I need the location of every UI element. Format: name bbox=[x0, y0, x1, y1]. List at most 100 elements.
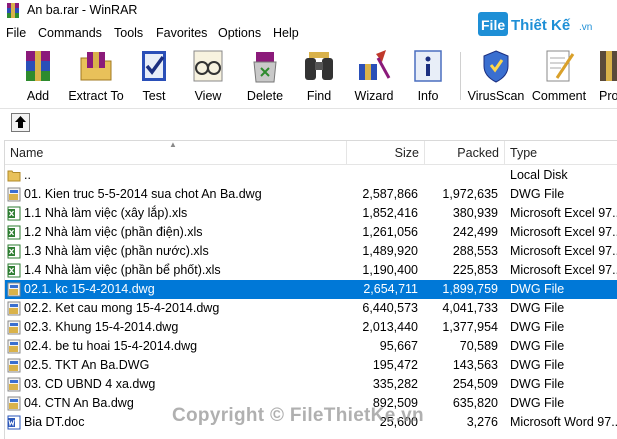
file-name: 1.3 Nhà làm việc (phần nước).xls bbox=[24, 244, 209, 258]
file-row-selected[interactable]: 02.1. kc 15-4-2014.dwg 2,654,711 1,899,759… bbox=[5, 280, 617, 299]
file-type: Microsoft Excel 97... bbox=[510, 244, 617, 258]
file-size: 1,489,920 bbox=[362, 244, 418, 258]
find-binoculars-icon bbox=[305, 52, 333, 80]
file-name: 02.4. be tu hoai 15-4-2014.dwg bbox=[24, 339, 198, 353]
file-type: DWG File bbox=[510, 187, 565, 201]
extract-folder-icon bbox=[80, 52, 112, 81]
file-row[interactable]: 1.4 Nhà làm việc (phần bể phốt).xls 1,190… bbox=[5, 261, 617, 280]
view-button[interactable]: View bbox=[187, 48, 229, 104]
file-list-header: ▲ Name Size Packed Type bbox=[5, 140, 617, 165]
add-button[interactable]: Add bbox=[12, 48, 64, 104]
up-arrow-icon bbox=[15, 116, 26, 128]
menu-file[interactable]: File bbox=[6, 26, 26, 40]
file-row[interactable]: 1.1 Nhà làm việc (xây lắp).xls 1,852,416 3… bbox=[5, 204, 617, 223]
view-label: View bbox=[194, 89, 222, 103]
info-icon bbox=[414, 50, 442, 82]
file-type: Local Disk bbox=[510, 168, 568, 182]
file-size: 2,587,866 bbox=[362, 187, 418, 201]
menu-options[interactable]: Options bbox=[218, 26, 261, 40]
file-packed-size: 4,041,733 bbox=[442, 301, 498, 315]
comment-label: Comment bbox=[531, 89, 587, 103]
info-label: Info bbox=[417, 89, 439, 103]
menu-favorites[interactable]: Favorites bbox=[156, 26, 207, 40]
file-size: 195,472 bbox=[372, 358, 418, 372]
file-row[interactable]: 02.2. Ket cau mong 15-4-2014.dwg 6,440,57… bbox=[5, 299, 617, 318]
file-row[interactable]: .. Local Disk bbox=[5, 166, 617, 185]
file-name: 02.3. Khung 15-4-2014.dwg bbox=[24, 320, 179, 334]
test-label: Test bbox=[142, 89, 166, 103]
file-packed-size: 1,899,759 bbox=[442, 282, 498, 296]
file-size: 6,440,573 bbox=[362, 301, 418, 315]
up-one-level-button[interactable] bbox=[11, 113, 30, 132]
file-type: Microsoft Excel 97... bbox=[510, 225, 617, 239]
file-name: 1.4 Nhà làm việc (phần bể phốt).xls bbox=[24, 263, 221, 277]
file-size: 335,282 bbox=[372, 377, 418, 391]
file-row[interactable]: 1.2 Nhà làm việc (phần điện).xls 1,261,05… bbox=[5, 223, 617, 242]
file-packed-size: 70,589 bbox=[459, 339, 498, 353]
wizard-label: Wizard bbox=[354, 89, 394, 103]
file-size: 2,654,711 bbox=[363, 282, 418, 296]
column-header-packed[interactable]: Packed bbox=[425, 141, 505, 165]
delete-label: Delete bbox=[246, 89, 284, 103]
menu-help[interactable]: Help bbox=[273, 26, 299, 40]
file-size: 1,261,056 bbox=[362, 225, 418, 239]
xls-file-icon bbox=[7, 225, 21, 240]
xls-file-icon bbox=[7, 263, 21, 278]
info-button[interactable]: Info bbox=[408, 48, 448, 104]
toolbar-separator bbox=[460, 52, 461, 100]
find-label: Find bbox=[306, 89, 332, 103]
wizard-button[interactable]: Wizard bbox=[352, 48, 396, 104]
comment-icon bbox=[546, 50, 575, 82]
file-row[interactable]: 01. Kien truc 5-5-2014 sua chot An Ba.dw… bbox=[5, 185, 617, 204]
file-size: 1,190,400 bbox=[362, 263, 418, 277]
menu-commands[interactable]: Commands bbox=[38, 26, 102, 40]
virusscan-icon bbox=[483, 50, 509, 83]
protect-icon bbox=[600, 51, 617, 81]
file-row[interactable]: 03. CD UBND 4 xa.dwg 335,282 254,509 DWG Fi… bbox=[5, 375, 617, 394]
winrar-app-icon bbox=[7, 3, 19, 18]
folder-file-icon bbox=[7, 168, 21, 183]
find-button[interactable]: Find bbox=[297, 48, 341, 104]
file-name: 1.1 Nhà làm việc (xây lắp).xls bbox=[24, 206, 188, 220]
file-name: 03. CD UBND 4 xa.dwg bbox=[24, 377, 156, 391]
column-header-size[interactable]: Size bbox=[347, 141, 425, 165]
extract-to-label: Extract To bbox=[68, 89, 124, 103]
file-list[interactable]: ▲ Name Size Packed Type .. Local Disk 01. … bbox=[4, 140, 617, 439]
wizard-icon bbox=[359, 50, 391, 80]
file-type: DWG File bbox=[510, 301, 565, 315]
comment-button[interactable]: Comment bbox=[530, 48, 588, 104]
address-bar bbox=[0, 108, 617, 136]
file-size: 1,852,416 bbox=[362, 206, 418, 220]
file-type: Microsoft Excel 97... bbox=[510, 263, 617, 277]
file-row[interactable]: 02.3. Khung 15-4-2014.dwg 2,013,440 1,377,… bbox=[5, 318, 617, 337]
test-checkmark-icon bbox=[142, 51, 166, 81]
virusscan-button[interactable]: VirusScan bbox=[467, 48, 525, 104]
file-packed-size: 143,563 bbox=[452, 358, 498, 372]
file-row[interactable]: 1.3 Nhà làm việc (phần nước).xls 1,489,92… bbox=[5, 242, 617, 261]
file-type: DWG File bbox=[510, 339, 565, 353]
delete-button[interactable]: Delete bbox=[243, 48, 287, 104]
file-packed-size: 1,972,635 bbox=[442, 187, 498, 201]
file-type: Microsoft Word 97... bbox=[510, 415, 617, 429]
column-header-type[interactable]: Type bbox=[505, 141, 617, 165]
file-name: .. bbox=[24, 168, 31, 182]
dwg-file-icon bbox=[7, 396, 21, 411]
test-button[interactable]: Test bbox=[133, 48, 175, 104]
file-row[interactable]: 02.5. TKT An Ba.DWG 195,472 143,563 DWG Fil… bbox=[5, 356, 617, 375]
file-type: Microsoft Excel 97... bbox=[510, 206, 617, 220]
xls-file-icon bbox=[7, 244, 21, 259]
file-packed-size: 225,853 bbox=[452, 263, 498, 277]
view-glasses-icon bbox=[193, 50, 223, 82]
file-row[interactable]: 02.4. be tu hoai 15-4-2014.dwg 95,667 70,5… bbox=[5, 337, 617, 356]
extract-to-button[interactable]: Extract To bbox=[67, 48, 125, 104]
file-type: DWG File bbox=[510, 377, 565, 391]
menu-tools[interactable]: Tools bbox=[114, 26, 143, 40]
add-label: Add bbox=[26, 89, 50, 103]
add-archive-icon bbox=[26, 51, 50, 81]
file-packed-size: 380,939 bbox=[452, 206, 498, 220]
dwg-file-icon bbox=[7, 282, 21, 297]
dwg-file-icon bbox=[7, 339, 21, 354]
file-name: 01. Kien truc 5-5-2014 sua chot An Ba.dw… bbox=[24, 187, 262, 201]
protect-button[interactable]: Pro bbox=[597, 48, 617, 104]
column-header-name[interactable]: Name bbox=[5, 141, 347, 165]
